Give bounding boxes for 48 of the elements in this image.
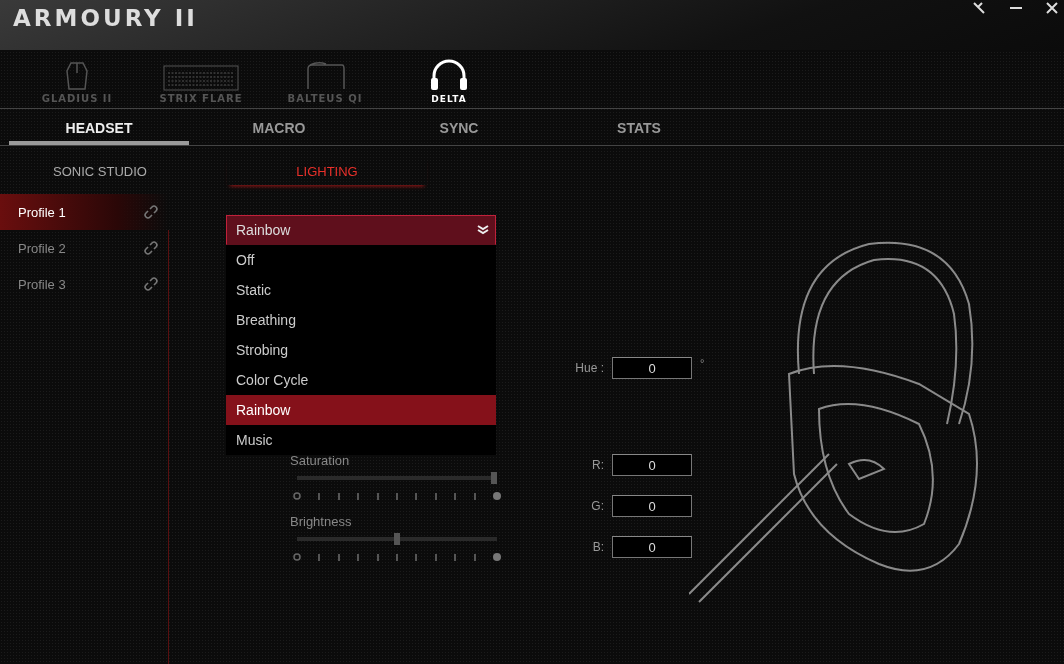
tab[interactable]: MACRO — [189, 109, 369, 145]
dot-icon — [492, 492, 501, 500]
circle-icon — [293, 492, 301, 500]
keyboard-icon — [163, 65, 239, 91]
dropdown-option[interactable]: Breathing — [226, 305, 496, 335]
channel-field[interactable]: 0 — [612, 536, 692, 558]
headphones-icon — [428, 58, 470, 92]
profile-label: Profile 3 — [18, 276, 66, 292]
tab[interactable]: STATS — [549, 109, 729, 145]
profile-label: Profile 1 — [18, 204, 66, 220]
dropdown-option[interactable]: Off — [226, 245, 496, 275]
link-icon[interactable] — [144, 277, 158, 291]
degree-label: ° — [700, 357, 705, 369]
mouse-icon — [63, 61, 91, 91]
profile-label: Profile 2 — [18, 240, 66, 256]
subtab[interactable]: LIGHTING — [227, 155, 427, 185]
minimize-icon[interactable] — [1010, 6, 1022, 10]
effect-dropdown[interactable]: Rainbow — [226, 215, 496, 245]
circle-icon — [293, 553, 301, 561]
profile-item[interactable]: Profile 3 — [0, 266, 168, 302]
app-logo: ARMOURY II — [12, 4, 198, 31]
slider-thumb[interactable] — [491, 472, 497, 484]
channel-label: R: — [591, 458, 604, 472]
dropdown-option[interactable]: Rainbow — [226, 395, 496, 425]
dropdown-option[interactable]: Color Cycle — [226, 365, 496, 395]
tab[interactable]: SYNC — [369, 109, 549, 145]
tab[interactable]: HEADSET — [9, 109, 189, 145]
slider-label: Brightness — [290, 514, 353, 529]
link-icon[interactable] — [144, 205, 158, 219]
channel-field[interactable]: 0 — [612, 495, 692, 517]
channel-label: G: — [590, 499, 604, 513]
hue-field[interactable]: 0 — [612, 357, 692, 379]
close-icon[interactable] — [1046, 2, 1058, 14]
link-icon[interactable] — [144, 241, 158, 255]
channel-label: B: — [591, 540, 604, 554]
dot-icon — [492, 553, 501, 561]
chevron-icon — [477, 225, 489, 235]
channel-field[interactable]: 0 — [612, 454, 692, 476]
subtab[interactable]: SONIC STUDIO — [0, 155, 200, 185]
hue-label: Hue : — [574, 361, 604, 375]
slider-label: Saturation — [290, 453, 351, 468]
dropdown-option[interactable]: Music — [226, 425, 496, 455]
profile-item[interactable]: Profile 2 — [0, 230, 168, 266]
dropdown-option[interactable]: Strobing — [226, 335, 496, 365]
dropdown-option[interactable]: Static — [226, 275, 496, 305]
device-tab[interactable]: DELTA — [387, 58, 511, 108]
mousepad-icon — [304, 61, 346, 91]
slider-thumb[interactable] — [394, 533, 400, 545]
